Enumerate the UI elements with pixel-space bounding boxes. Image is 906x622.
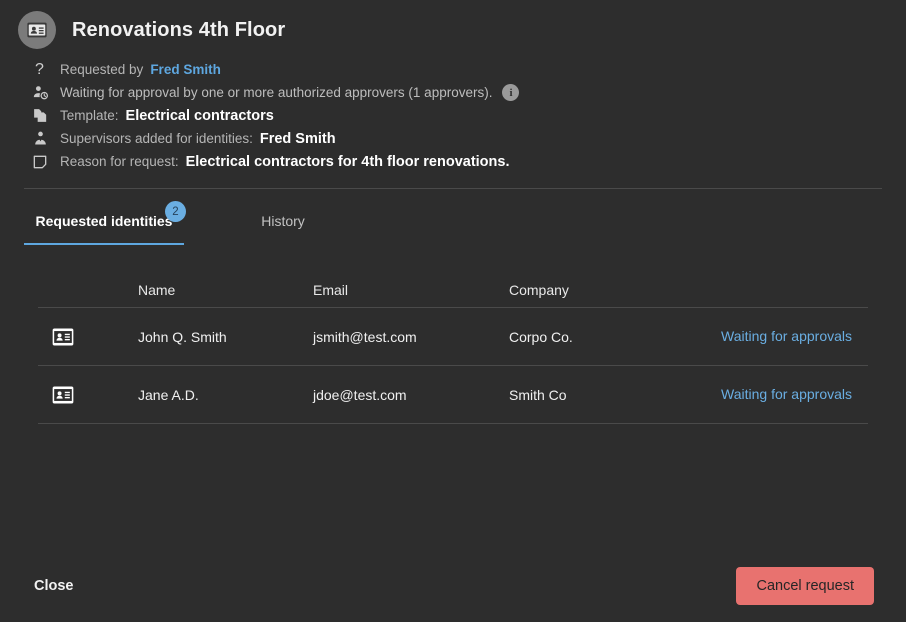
requested-by-row: ? Requested by Fred Smith	[32, 58, 906, 81]
tab-bar: Requested identities 2 History	[24, 189, 906, 245]
row-id-card-icon	[38, 328, 138, 346]
note-icon	[32, 151, 54, 173]
cell-email: jdoe@test.com	[313, 387, 509, 403]
tab-requested-identities-badge: 2	[165, 201, 186, 222]
tab-requested-identities-label: Requested identities	[36, 213, 173, 229]
close-button[interactable]: Close	[32, 572, 76, 600]
row-id-card-icon	[38, 386, 138, 404]
reason-row: Reason for request: Electrical contracto…	[32, 150, 906, 173]
supervisors-row: Supervisors added for identities: Fred S…	[32, 127, 906, 150]
request-details-dialog: Renovations 4th Floor ? Requested by Fre…	[0, 0, 906, 622]
cell-company: Corpo Co.	[509, 329, 714, 345]
tab-requested-identities[interactable]: Requested identities 2	[24, 213, 184, 245]
page-title: Renovations 4th Floor	[72, 19, 285, 42]
status-link[interactable]: Waiting for approvals	[721, 328, 852, 344]
cell-company: Smith Co	[509, 387, 714, 403]
dialog-header: Renovations 4th Floor	[0, 0, 906, 48]
requested-by-user-link[interactable]: Fred Smith	[150, 62, 221, 77]
table-header-row: Name Email Company	[38, 263, 868, 308]
supervisor-person-icon	[32, 128, 54, 150]
approval-status-text: Waiting for approval by one or more auth…	[60, 85, 492, 100]
copy-pages-icon	[32, 105, 54, 127]
question-mark-icon: ?	[32, 59, 54, 81]
tab-history[interactable]: History	[228, 213, 338, 245]
requested-by-label: Requested by	[60, 62, 143, 77]
request-summary: ? Requested by Fred Smith Waiting for ap…	[0, 58, 906, 173]
template-row: Template: Electrical contractors	[32, 104, 906, 127]
cell-status: Waiting for approvals	[714, 328, 868, 346]
table-row[interactable]: John Q. Smith jsmith@test.com Corpo Co. …	[38, 308, 868, 366]
template-label: Template:	[60, 108, 119, 123]
cell-status: Waiting for approvals	[714, 386, 868, 404]
column-header-name: Name	[138, 263, 313, 305]
tab-history-label: History	[261, 213, 305, 229]
cancel-request-button[interactable]: Cancel request	[736, 567, 874, 605]
cell-name: John Q. Smith	[138, 329, 313, 345]
info-icon[interactable]: i	[502, 84, 519, 101]
column-header-company: Company	[509, 263, 714, 305]
supervisors-label: Supervisors added for identities:	[60, 131, 253, 146]
column-header-email: Email	[313, 263, 509, 305]
approval-status-row: Waiting for approval by one or more auth…	[32, 81, 906, 104]
id-card-icon	[18, 11, 56, 49]
cell-email: jsmith@test.com	[313, 329, 509, 345]
column-header-icon	[38, 263, 138, 305]
requested-identities-table: Name Email Company John Q. Smith jsmith@…	[38, 263, 868, 424]
person-clock-icon	[32, 82, 54, 104]
table-row[interactable]: Jane A.D. jdoe@test.com Smith Co Waiting…	[38, 366, 868, 424]
supervisors-value: Fred Smith	[260, 131, 336, 147]
dialog-footer: Close Cancel request	[0, 550, 906, 622]
column-header-status	[714, 263, 868, 305]
cell-name: Jane A.D.	[138, 387, 313, 403]
reason-value: Electrical contractors for 4th floor ren…	[186, 154, 510, 170]
status-link[interactable]: Waiting for approvals	[721, 386, 852, 402]
reason-label: Reason for request:	[60, 154, 179, 169]
template-value: Electrical contractors	[126, 108, 274, 124]
